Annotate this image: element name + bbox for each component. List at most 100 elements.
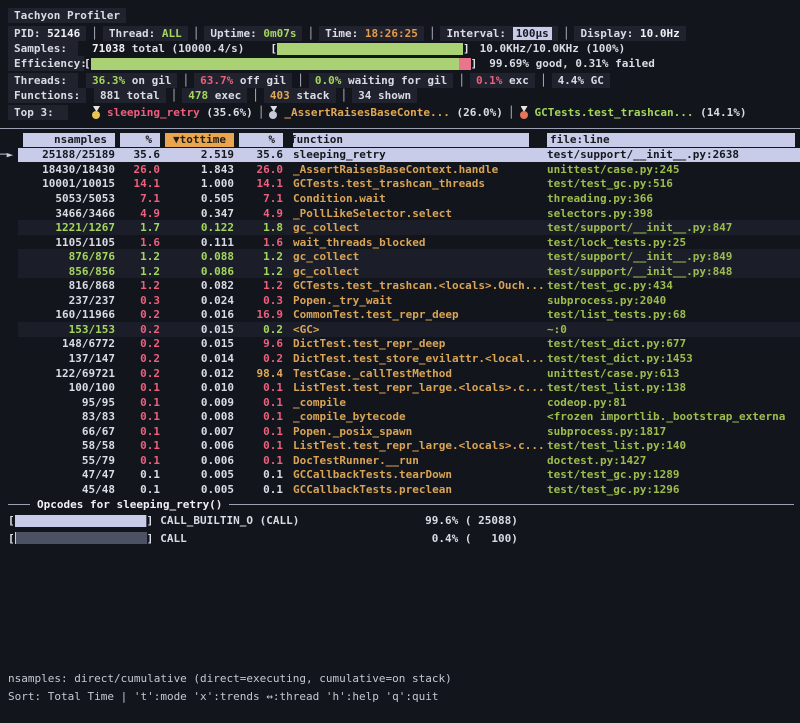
functions-value: 34 [358,89,371,102]
column-header-file-line[interactable]: file:line [547,133,800,147]
samples-row: Samples: 71038 total (10000.4/s) [] 10.0… [8,41,794,56]
table-row[interactable]: 3466/34664.90.3474.9_PollLikeSelector.se… [0,206,800,221]
column-header-tottime-sorted[interactable]: ▼tottime [160,133,234,147]
table-row[interactable]: 45/480.10.0050.1GCCallbackTests.preclean… [0,482,800,497]
cell-tottime: 0.111 [160,236,234,249]
cell-tottime: 0.005 [160,468,234,481]
threads-text: GC [584,74,604,87]
cell-pct-direct: 7.1 [115,192,160,205]
table-row[interactable]: 122/697210.20.01298.4TestCase._callTestM… [0,366,800,381]
cell-file-line: test/support/__init__.py:849 [547,250,800,263]
table-row[interactable]: 18430/1843026.01.84326.0_AssertRaisesBas… [0,162,800,177]
cell-file-line: test/test_list.py:138 [547,381,800,394]
cell-file-line: test/list_tests.py:68 [547,308,800,321]
cell-file-line: test/test_list.py:140 [547,439,800,452]
table-row[interactable]: 1221/12671.70.1221.8gc_collecttest/suppo… [0,220,800,235]
table-row[interactable]: 148/67720.20.0159.6DictTest.test_repr_de… [0,337,800,352]
table-row-body: 55/790.10.0060.1DocTestRunner.__rundocte… [18,453,800,468]
top3-percentage: (14.1%) [693,106,746,119]
table-row[interactable]: 47/470.10.0050.1GCCallbackTests.tearDown… [0,468,800,483]
table-row-body: 83/830.10.0080.1_compile_bytecode<frozen… [18,409,800,424]
cell-pct-cumulative: 0.3 [234,294,283,307]
samples-bar-track [277,43,463,55]
cell-pct-direct: 35.6 [115,148,160,161]
cell-tottime: 0.024 [160,294,234,307]
table-row[interactable]: 66/670.10.0070.1Popen._posix_spawnsubpro… [0,424,800,439]
table-row[interactable]: 160/119660.20.01616.9CommonTest.test_rep… [0,308,800,323]
cell-nsamples: 122/69721 [18,367,115,380]
cell-file-line: test/lock_tests.py:25 [547,236,800,249]
table-header-row: nsamples % ▼tottime % function file:line [0,133,800,148]
cell-file-line: <frozen importlib._bootstrap_externa [547,410,800,423]
status-thread[interactable]: Thread: ALL [103,26,188,41]
cell-pct-direct: 0.1 [115,454,160,467]
cell-file-line: test/support/__init__.py:847 [547,221,800,234]
status-time: Time: 18:26:25 [319,26,424,41]
function-table: nsamples % ▼tottime % function file:line… [0,133,800,497]
table-row-body: 816/8681.20.0821.2GCTests.test_trashcan.… [18,278,800,293]
top3-item-1[interactable]: sleeping_retry (35.6%) [92,106,253,119]
cell-function-name: <GC> [293,323,547,336]
table-row[interactable]: 1105/11051.60.1111.6wait_threads_blocked… [0,235,800,250]
selected-row-cursor: ─► [0,148,18,161]
cell-file-line: test/test_gc.py:1289 [547,468,800,481]
cell-nsamples: 100/100 [18,381,115,394]
table-row-body: 100/1000.10.0100.1ListTest.test_repr_lar… [18,380,800,395]
status-interval: Interval: 100µs [440,26,557,41]
table-row[interactable]: 237/2370.30.0240.3Popen._try_waitsubproc… [0,293,800,308]
cell-nsamples: 95/95 [18,396,115,409]
cell-tottime: 0.014 [160,352,234,365]
cell-nsamples: 55/79 [18,454,115,467]
table-row[interactable]: ─►25188/2518935.62.51935.6sleeping_retry… [0,148,800,163]
table-row[interactable]: 55/790.10.0060.1DocTestRunner.__rundocte… [0,453,800,468]
table-row-body: 1105/11051.60.1111.6wait_threads_blocked… [18,235,800,250]
cell-file-line: test/test_gc.py:516 [547,177,800,190]
table-row[interactable]: 100/1000.10.0100.1ListTest.test_repr_lar… [0,380,800,395]
cell-tottime: 0.008 [160,410,234,423]
threads-segment: 36.3% on gil [86,73,177,88]
table-row[interactable]: 153/1530.20.0150.2<GC>~:0 [0,322,800,337]
table-row[interactable]: 10001/1001514.11.00014.1GCTests.test_tra… [0,177,800,192]
table-row-body: 148/67720.20.0159.6DictTest.test_repr_de… [18,337,800,352]
cell-function-name: DocTestRunner.__run [293,454,547,467]
table-row[interactable]: 95/950.10.0090.1_compilecodeop.py:81 [0,395,800,410]
top3-label: Top 3: [8,105,68,120]
table-row[interactable]: 137/1470.20.0140.2DictTest.test_store_ev… [0,351,800,366]
column-header-function[interactable]: function [293,133,547,147]
cell-function-name: Popen._posix_spawn [293,425,547,438]
cell-tottime: 1.000 [160,177,234,190]
cell-pct-cumulative: 26.0 [234,163,283,176]
table-row-body: 122/697210.20.01298.4TestCase._callTestM… [18,366,800,381]
top3-item-2[interactable]: _AssertRaisesBaseConte... (26.0%) [269,106,503,119]
table-row[interactable]: 876/8761.20.0881.2gc_collecttest/support… [0,249,800,264]
cell-pct-cumulative: 0.1 [234,454,283,467]
functions-segment: 478 exec [182,88,247,103]
cell-nsamples: 58/58 [18,439,115,452]
column-header-nsamples[interactable]: nsamples [18,133,115,147]
table-row[interactable]: 58/580.10.0060.1ListTest.test_repr_large… [0,438,800,453]
table-row[interactable]: 83/830.10.0080.1_compile_bytecode<frozen… [0,409,800,424]
table-row[interactable]: 816/8681.20.0821.2GCTests.test_trashcan.… [0,278,800,293]
column-header-pct-cumulative[interactable]: % [234,133,283,147]
efficiency-bar-track [91,58,471,70]
table-body: ─►25188/2518935.62.51935.6sleeping_retry… [0,148,800,497]
cell-nsamples: 83/83 [18,410,115,423]
cell-nsamples: 153/153 [18,323,115,336]
table-row[interactable]: 5053/50537.10.5057.1Condition.waitthread… [0,191,800,206]
cell-nsamples: 160/11966 [18,308,115,321]
top3-item-3[interactable]: GCTests.test_trashcan... (14.1%) [520,106,747,119]
status-display-rate: Display: 10.0Hz [574,26,685,41]
cell-pct-direct: 1.2 [115,250,160,263]
cell-tottime: 2.519 [160,148,234,161]
cell-function-name: DictTest.test_store_evilattr.<local... [293,352,547,365]
table-row[interactable]: 856/8561.20.0861.2gc_collecttest/support… [0,264,800,279]
opcode-percentage: 0.4% [408,532,458,545]
separator: │ [91,27,98,40]
column-header-pct-direct[interactable]: % [115,133,160,147]
functions-text: exec [208,89,241,102]
separator: │ [307,27,314,40]
table-row-body: 856/8561.20.0861.2gc_collecttest/support… [18,264,800,279]
cell-pct-direct: 0.2 [115,352,160,365]
functions-segment: 403 stack [264,88,336,103]
functions-value: 478 [188,89,208,102]
